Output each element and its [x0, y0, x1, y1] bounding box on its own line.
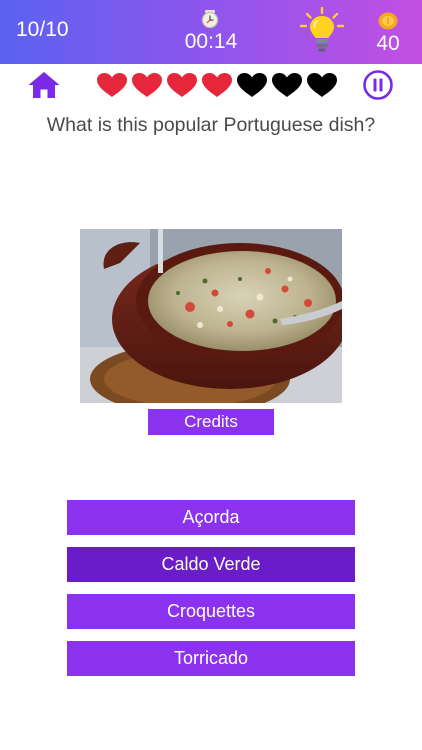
- credits-button[interactable]: Credits: [148, 409, 274, 435]
- answer-button[interactable]: Açorda: [67, 500, 355, 535]
- clock-icon: [201, 10, 219, 28]
- home-icon[interactable]: [27, 70, 61, 100]
- answer-button[interactable]: Croquettes: [67, 594, 355, 629]
- heart-full-icon: [132, 73, 162, 97]
- lightbulb-icon[interactable]: [298, 7, 346, 55]
- coin-icon: [378, 12, 398, 30]
- pause-icon[interactable]: [362, 69, 394, 101]
- question-progress: 10/10: [16, 18, 69, 41]
- lives-hearts: [96, 72, 338, 98]
- question-text: What is this popular Portuguese dish?: [46, 114, 376, 136]
- heart-empty-icon: [237, 73, 267, 97]
- coin-count: 40: [376, 32, 400, 55]
- heart-empty-icon: [272, 73, 302, 97]
- timer: 00:14: [184, 30, 238, 53]
- heart-full-icon: [97, 73, 127, 97]
- answer-button-selected[interactable]: Caldo Verde: [67, 547, 355, 582]
- answer-button[interactable]: Torricado: [67, 641, 355, 676]
- heart-full-icon: [167, 73, 197, 97]
- dish-photo: [80, 229, 342, 403]
- heart-full-icon: [202, 73, 232, 97]
- heart-empty-icon: [307, 73, 337, 97]
- top-bar: 10/10 00:14 40: [0, 0, 422, 64]
